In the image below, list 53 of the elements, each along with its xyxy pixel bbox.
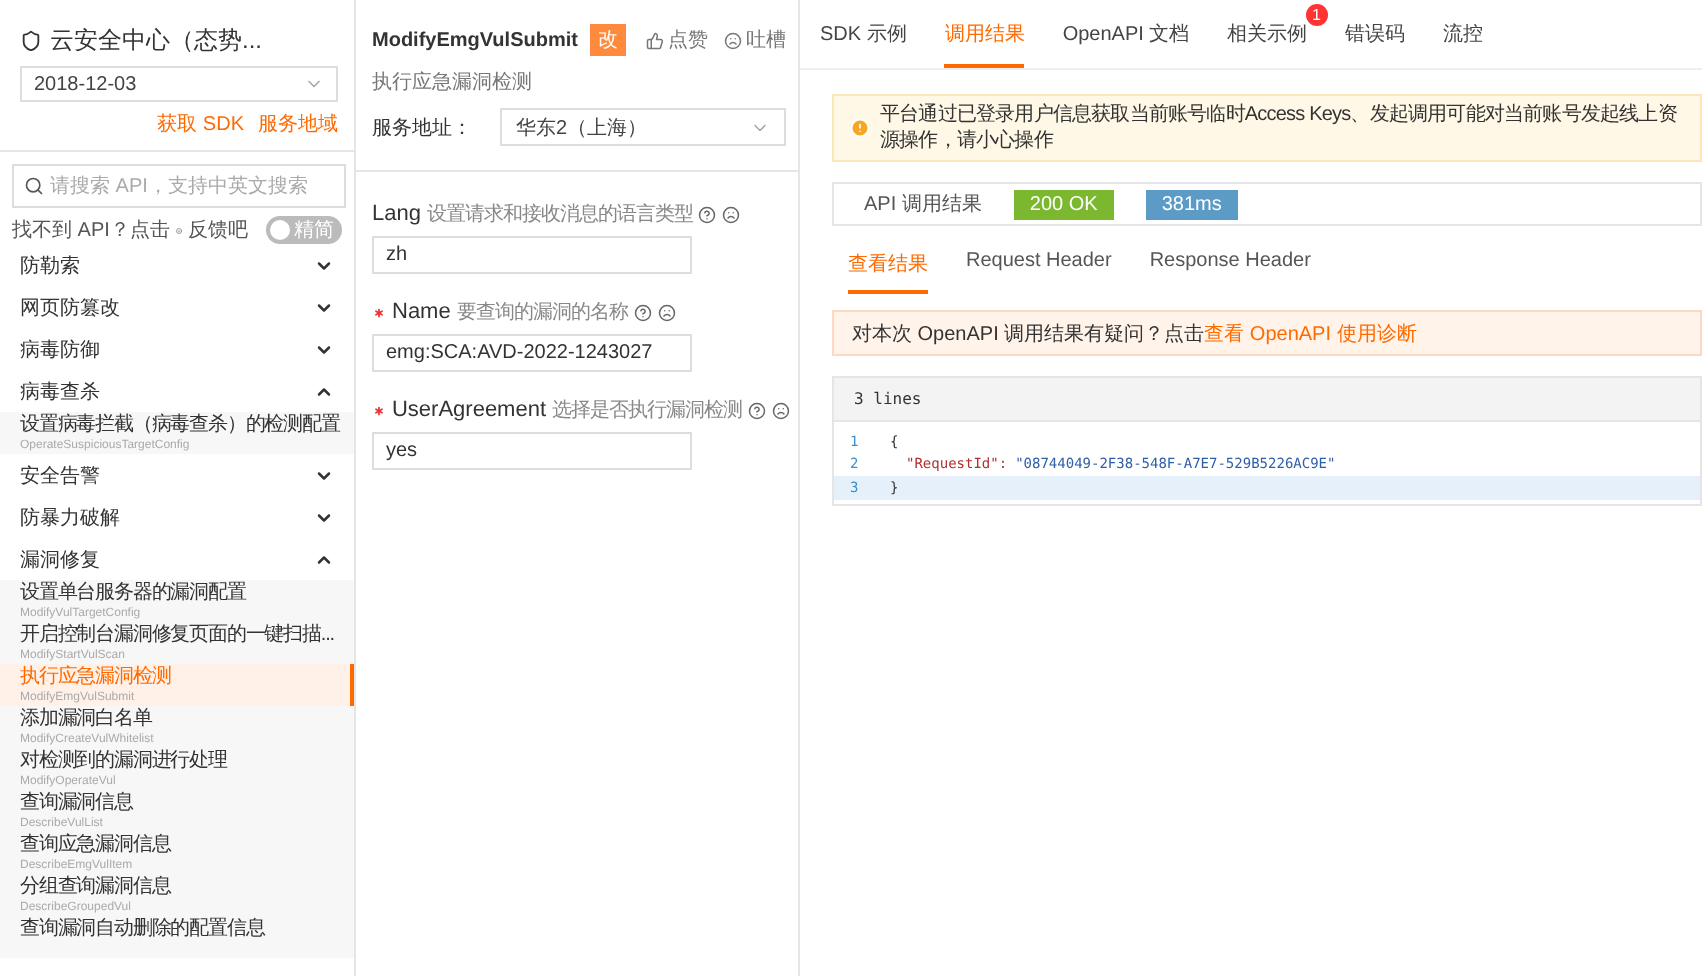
param-name: Name xyxy=(392,300,451,324)
tab[interactable]: 流控 xyxy=(1443,4,1484,68)
param-input[interactable]: emg:SCA:AVD-2022-1243027 xyxy=(372,334,692,372)
face-icon[interactable] xyxy=(657,303,676,321)
region-select[interactable]: 华东2（上海） xyxy=(500,108,786,146)
search-field[interactable]: 请搜索 API，支持中英文搜索 xyxy=(12,164,346,208)
api-name: ModifyEmgVulSubmit xyxy=(372,29,578,51)
warning-text: 平台通过已登录用户信息获取当前账号临时Access Keys、发起调用可能对当前账号发起线上资源操作，请小心操作 xyxy=(880,102,1679,154)
param-hint: 要查询的漏洞的名称 xyxy=(456,299,628,326)
nav-group[interactable]: 漏洞修复 xyxy=(0,538,354,580)
face-icon[interactable] xyxy=(722,205,741,223)
nav-group[interactable]: 网页防篡改 xyxy=(0,286,354,328)
product-title: 云安全中心（态势... xyxy=(20,24,338,58)
api-description: 执行应急漏洞检测 xyxy=(372,69,534,96)
subtab[interactable]: Response Header xyxy=(1149,242,1311,294)
help-icon[interactable] xyxy=(633,303,652,321)
method-badge: 改 xyxy=(589,24,626,56)
param-hint: 设置请求和接收消息的语言类型 xyxy=(426,201,693,228)
param-name: Lang xyxy=(372,202,421,226)
help-icon[interactable] xyxy=(698,205,717,223)
tab[interactable]: OpenAPI 文档 xyxy=(1062,4,1190,68)
thumbs-up-icon xyxy=(646,31,664,49)
nav-item[interactable]: 查询漏洞自动删除的配置信息 xyxy=(0,916,354,958)
frown-face-icon xyxy=(724,31,742,49)
line-count: 3 lines xyxy=(834,378,1700,422)
status-tag: 200 OK xyxy=(1013,189,1114,219)
time-tag: 381ms xyxy=(1145,189,1238,219)
help-icon[interactable] xyxy=(748,401,767,419)
service-label: 服务地址： xyxy=(372,115,472,141)
date-select[interactable]: 2018-12-03 xyxy=(20,66,338,102)
result-label: API 调用结果 xyxy=(864,191,982,218)
tab[interactable]: 相关示例 1 xyxy=(1227,4,1328,68)
count-badge: 1 xyxy=(1305,4,1328,26)
like-button[interactable]: 点赞 xyxy=(646,26,708,54)
nav-group[interactable]: 病毒防御 xyxy=(0,328,354,370)
nav-group[interactable]: 安全告警 xyxy=(0,454,354,496)
face-icon[interactable] xyxy=(772,401,790,419)
feedback-text: 找不到 API？点击 xyxy=(12,217,170,244)
param-name: UserAgreement xyxy=(391,398,547,422)
warning-icon xyxy=(850,118,870,138)
nav-group[interactable]: 病毒查杀 xyxy=(0,370,354,412)
subtab[interactable]: Request Header xyxy=(966,242,1112,294)
param-hint: 选择是否执行漏洞检测 xyxy=(552,397,743,424)
tab[interactable]: SDK 示例 xyxy=(820,4,907,68)
feedback-link[interactable]: 反馈吧 xyxy=(188,216,248,244)
param-input[interactable]: yes xyxy=(372,432,692,470)
nav-group[interactable]: 防勒索 xyxy=(0,244,354,286)
shield-icon xyxy=(20,30,42,52)
param-input[interactable]: zh xyxy=(372,236,692,274)
nav-group[interactable]: 防暴力破解 xyxy=(0,496,354,538)
tab[interactable]: 错误码 xyxy=(1345,4,1406,68)
notice-text: 对本次 OpenAPI 调用结果有疑问？点击 xyxy=(852,321,1205,347)
complain-button[interactable]: 吐槽 xyxy=(724,26,786,54)
